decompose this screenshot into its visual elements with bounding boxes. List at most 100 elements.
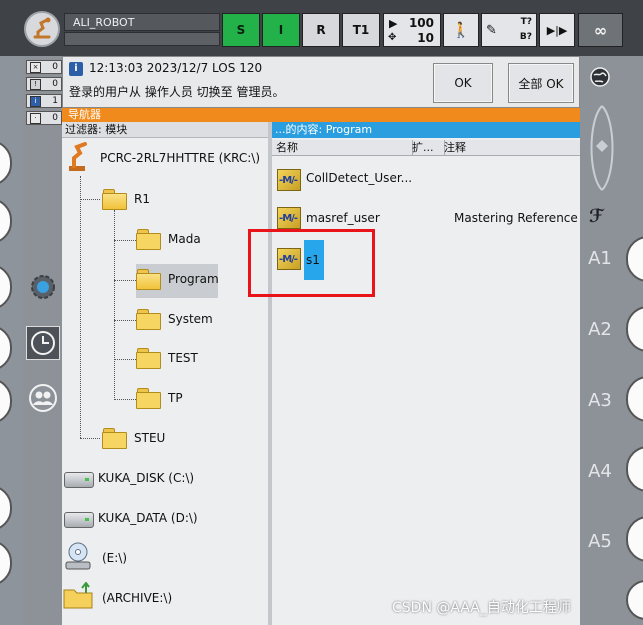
tree-line xyxy=(114,320,136,321)
info-message-icon: i xyxy=(69,62,83,76)
ok-button[interactable]: OK xyxy=(433,63,493,103)
axis-label-a4: A4 xyxy=(588,461,612,482)
tree-node-label: KUKA_DISK (C:\) xyxy=(98,471,195,485)
wait-icon: · xyxy=(30,112,41,124)
hardware-key-3[interactable] xyxy=(0,264,12,310)
file-name: masref_user xyxy=(306,211,380,225)
settings-gear-icon[interactable] xyxy=(26,270,60,304)
hardware-key-7[interactable] xyxy=(0,540,12,586)
cd-drive-icon xyxy=(65,542,91,570)
message-timestamp: 12:13:03 2023/12/7 LOS 120 xyxy=(89,61,263,75)
tree-line xyxy=(80,438,100,439)
hardware-key-2[interactable] xyxy=(0,198,12,244)
archive-folder-icon xyxy=(63,582,93,609)
navigator-title: 导航器 xyxy=(62,108,580,122)
message-text: 登录的用户从 操作人员 切换至 管理员。 xyxy=(69,85,285,99)
file-name: CollDetect_User... xyxy=(306,171,413,185)
jog-type-icon[interactable]: ℱ xyxy=(589,206,611,227)
walking-person-icon: 🚶 xyxy=(451,21,471,39)
column-name[interactable]: 名称 xyxy=(272,140,413,156)
tree-line xyxy=(114,399,136,400)
axis-label-a1: A1 xyxy=(588,248,612,269)
jog-icon: ✥ xyxy=(388,32,397,43)
tool-base-button[interactable]: ✎ T? B? xyxy=(481,13,537,47)
tool-icon: ✎ xyxy=(486,23,497,38)
tree-node-label: TEST xyxy=(168,351,198,365)
status-icon: ! xyxy=(30,78,41,90)
ack-icon: × xyxy=(30,61,41,73)
open-folder-icon xyxy=(102,189,127,210)
tree-node-label: R1 xyxy=(134,192,150,206)
clock-icon[interactable] xyxy=(26,326,60,360)
info-message-count[interactable]: i 1 xyxy=(26,94,62,108)
status-message-count[interactable]: ! 0 xyxy=(26,77,62,91)
info-icon: i xyxy=(30,95,41,107)
status-bar: ALI_ROBOT S I R T1 ▶ ✥ 100 10 🚶 ✎ T? B? … xyxy=(0,0,643,56)
ack-count: 0 xyxy=(52,62,58,72)
robot-name: ALI_ROBOT xyxy=(64,13,220,31)
override-button[interactable]: ▶ ✥ 100 10 xyxy=(383,13,441,47)
watermark: CSDN @AAA_自动化工程师 xyxy=(392,600,571,616)
status-count: 0 xyxy=(52,79,58,89)
tree-node-label: Program xyxy=(168,272,219,286)
run-mode-button[interactable]: R xyxy=(302,13,340,47)
tree-node-label: PCRC-2RL7HHTTRE (KRC:\) xyxy=(100,151,261,165)
users-icon[interactable] xyxy=(26,381,60,415)
tree-line xyxy=(114,280,136,281)
axis-label-a2: A2 xyxy=(588,319,612,340)
program-module-icon: -M/- xyxy=(275,167,301,191)
drive-status-button[interactable]: I xyxy=(262,13,300,47)
column-comment[interactable]: 注释 xyxy=(440,140,584,156)
wait-count: 0 xyxy=(52,113,58,123)
hard-drive-icon xyxy=(64,472,94,488)
tree-node-label: (E:\) xyxy=(102,551,128,565)
robot-icon[interactable] xyxy=(24,11,60,47)
jog-space-mouse-icon[interactable] xyxy=(584,100,620,196)
hardware-key-5[interactable] xyxy=(0,378,12,424)
step-forward-icon: ▶|▶ xyxy=(546,23,568,37)
axis-label-a3: A3 xyxy=(588,390,612,411)
info-count: 1 xyxy=(52,96,58,106)
tree-line xyxy=(114,210,115,400)
robot-controller-icon xyxy=(69,142,87,171)
operating-mode-button[interactable]: T1 xyxy=(342,13,380,47)
folder-icon xyxy=(136,229,161,250)
submit-status-button[interactable]: S xyxy=(222,13,260,47)
hardware-key-4[interactable] xyxy=(0,325,12,371)
hardware-key-1[interactable] xyxy=(0,140,12,186)
hard-drive-icon xyxy=(64,512,94,528)
program-override-value: 100 xyxy=(408,16,434,30)
content-header: ...的内容: Program xyxy=(272,122,580,138)
directory-tree: PCRC-2RL7HHTTRE (KRC:\) R1 Mada Program … xyxy=(62,138,268,625)
tree-node-label: TP xyxy=(168,391,183,405)
increment-button[interactable]: ∞ xyxy=(578,13,623,47)
tree-line xyxy=(80,199,100,200)
tree-line xyxy=(80,176,81,438)
highlight-frame xyxy=(248,229,375,297)
globe-icon[interactable] xyxy=(589,66,611,88)
hardware-key-6[interactable] xyxy=(0,485,12,531)
play-icon: ▶ xyxy=(389,17,398,30)
open-folder-icon xyxy=(136,269,161,290)
folder-icon xyxy=(102,428,127,449)
message-window: i 12:13:03 2023/12/7 LOS 120 登录的用户从 操作人员… xyxy=(62,56,580,108)
tree-node-label: System xyxy=(168,312,213,326)
base-value: B? xyxy=(519,32,532,42)
tool-value: T? xyxy=(520,17,532,27)
jog-override-value: 10 xyxy=(417,31,434,45)
axis-label-a5: A5 xyxy=(588,531,612,552)
folder-icon xyxy=(136,348,161,369)
folder-icon xyxy=(136,309,161,330)
filter-label: 过滤器: 模块 xyxy=(62,122,270,138)
wait-message-count[interactable]: · 0 xyxy=(26,111,62,125)
ack-message-count[interactable]: × 0 xyxy=(26,60,62,74)
all-ok-button[interactable]: 全部 OK xyxy=(508,63,574,103)
step-mode-button[interactable]: ▶|▶ xyxy=(539,13,575,47)
robot-name-subfield xyxy=(64,32,220,46)
tree-node-label: Mada xyxy=(168,232,201,246)
jog-mode-button[interactable]: 🚶 xyxy=(443,13,479,47)
program-module-icon: -M/- xyxy=(275,205,301,229)
file-list: -M/- CollDetect_User... -M/- masref_user… xyxy=(272,157,602,625)
tree-line xyxy=(114,240,136,241)
tree-node-label: STEU xyxy=(134,431,166,445)
